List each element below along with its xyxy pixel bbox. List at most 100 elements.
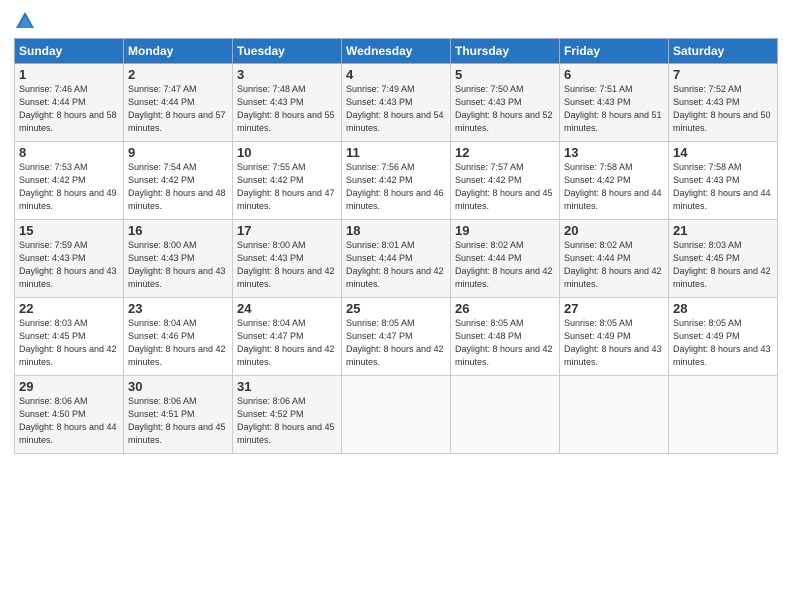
week-row-2: 8 Sunrise: 7:53 AM Sunset: 4:42 PM Daylig… (15, 142, 778, 220)
day-number: 28 (673, 301, 773, 316)
calendar-cell: 6Sunrise: 7:51 AM Sunset: 4:43 PM Daylig… (560, 64, 669, 142)
day-number: 3 (237, 67, 337, 82)
cell-info: Sunrise: 8:05 AM Sunset: 4:49 PM Dayligh… (564, 318, 662, 367)
calendar-cell: 19 Sunrise: 8:02 AM Sunset: 4:44 PM Dayli… (451, 220, 560, 298)
cell-info: Sunrise: 8:00 AM Sunset: 4:43 PM Dayligh… (237, 240, 335, 289)
day-number: 27 (564, 301, 664, 316)
week-row-1: 1 Sunrise: 7:46 AM Sunset: 4:44 PM Daylig… (15, 64, 778, 142)
logo-area (14, 10, 38, 32)
day-number: 2 (128, 67, 228, 82)
cell-info: Sunrise: 7:53 AM Sunset: 4:42 PM Dayligh… (19, 162, 117, 211)
day-number: 13 (564, 145, 664, 160)
cell-info: Sunrise: 8:03 AM Sunset: 4:45 PM Dayligh… (19, 318, 117, 367)
cell-info: Sunrise: 8:02 AM Sunset: 4:44 PM Dayligh… (455, 240, 553, 289)
calendar-cell: 23 Sunrise: 8:04 AM Sunset: 4:46 PM Dayli… (124, 298, 233, 376)
cell-info: Sunrise: 8:03 AM Sunset: 4:45 PM Dayligh… (673, 240, 771, 289)
day-number: 30 (128, 379, 228, 394)
col-header-wednesday: Wednesday (342, 39, 451, 64)
calendar-cell: 5Sunrise: 7:50 AM Sunset: 4:43 PM Daylig… (451, 64, 560, 142)
calendar-cell: 20 Sunrise: 8:02 AM Sunset: 4:44 PM Dayli… (560, 220, 669, 298)
day-number: 10 (237, 145, 337, 160)
day-number: 4 (346, 67, 446, 82)
calendar-cell: 24 Sunrise: 8:04 AM Sunset: 4:47 PM Dayli… (233, 298, 342, 376)
day-number: 9 (128, 145, 228, 160)
calendar-cell: 31Sunrise: 8:06 AM Sunset: 4:52 PM Dayli… (233, 376, 342, 454)
calendar-cell: 25 Sunrise: 8:05 AM Sunset: 4:47 PM Dayli… (342, 298, 451, 376)
day-number: 11 (346, 145, 446, 160)
cell-info: Sunrise: 7:54 AM Sunset: 4:42 PM Dayligh… (128, 162, 226, 211)
cell-info: Sunrise: 7:49 AM Sunset: 4:43 PM Dayligh… (346, 84, 444, 133)
calendar-table: SundayMondayTuesdayWednesdayThursdayFrid… (14, 38, 778, 454)
col-header-thursday: Thursday (451, 39, 560, 64)
cell-info: Sunrise: 8:06 AM Sunset: 4:50 PM Dayligh… (19, 396, 117, 445)
calendar-cell: 30Sunrise: 8:06 AM Sunset: 4:51 PM Dayli… (124, 376, 233, 454)
calendar-cell: 26 Sunrise: 8:05 AM Sunset: 4:48 PM Dayli… (451, 298, 560, 376)
page: SundayMondayTuesdayWednesdayThursdayFrid… (0, 0, 792, 612)
calendar-cell: 13 Sunrise: 7:58 AM Sunset: 4:42 PM Dayli… (560, 142, 669, 220)
cell-info: Sunrise: 8:00 AM Sunset: 4:43 PM Dayligh… (128, 240, 226, 289)
calendar-cell: 28 Sunrise: 8:05 AM Sunset: 4:49 PM Dayli… (669, 298, 778, 376)
day-number: 17 (237, 223, 337, 238)
cell-info: Sunrise: 8:05 AM Sunset: 4:47 PM Dayligh… (346, 318, 444, 367)
calendar-cell: 21 Sunrise: 8:03 AM Sunset: 4:45 PM Dayli… (669, 220, 778, 298)
calendar-cell: 4 Sunrise: 7:49 AM Sunset: 4:43 PM Daylig… (342, 64, 451, 142)
calendar-cell: 11Sunrise: 7:56 AM Sunset: 4:42 PM Dayli… (342, 142, 451, 220)
day-number: 26 (455, 301, 555, 316)
calendar-cell: 27 Sunrise: 8:05 AM Sunset: 4:49 PM Dayli… (560, 298, 669, 376)
calendar-cell: 10 Sunrise: 7:55 AM Sunset: 4:42 PM Dayli… (233, 142, 342, 220)
day-number: 1 (19, 67, 119, 82)
col-header-sunday: Sunday (15, 39, 124, 64)
day-number: 19 (455, 223, 555, 238)
cell-info: Sunrise: 7:46 AM Sunset: 4:44 PM Dayligh… (19, 84, 117, 133)
cell-info: Sunrise: 7:55 AM Sunset: 4:42 PM Dayligh… (237, 162, 335, 211)
day-number: 25 (346, 301, 446, 316)
calendar-cell: 18 Sunrise: 8:01 AM Sunset: 4:44 PM Dayli… (342, 220, 451, 298)
calendar-cell: 1 Sunrise: 7:46 AM Sunset: 4:44 PM Daylig… (15, 64, 124, 142)
day-number: 6 (564, 67, 664, 82)
col-header-tuesday: Tuesday (233, 39, 342, 64)
calendar-cell: 12Sunrise: 7:57 AM Sunset: 4:42 PM Dayli… (451, 142, 560, 220)
day-number: 16 (128, 223, 228, 238)
cell-info: Sunrise: 8:01 AM Sunset: 4:44 PM Dayligh… (346, 240, 444, 289)
day-number: 8 (19, 145, 119, 160)
day-number: 18 (346, 223, 446, 238)
header (14, 10, 778, 32)
day-number: 15 (19, 223, 119, 238)
calendar-cell: 3Sunrise: 7:48 AM Sunset: 4:43 PM Daylig… (233, 64, 342, 142)
cell-info: Sunrise: 8:04 AM Sunset: 4:46 PM Dayligh… (128, 318, 226, 367)
day-number: 22 (19, 301, 119, 316)
calendar-cell: 8 Sunrise: 7:53 AM Sunset: 4:42 PM Daylig… (15, 142, 124, 220)
day-number: 21 (673, 223, 773, 238)
cell-info: Sunrise: 8:05 AM Sunset: 4:48 PM Dayligh… (455, 318, 553, 367)
day-number: 24 (237, 301, 337, 316)
day-number: 14 (673, 145, 773, 160)
calendar-cell: 15 Sunrise: 7:59 AM Sunset: 4:43 PM Dayli… (15, 220, 124, 298)
calendar-cell (560, 376, 669, 454)
day-number: 12 (455, 145, 555, 160)
col-header-friday: Friday (560, 39, 669, 64)
calendar-cell: 9 Sunrise: 7:54 AM Sunset: 4:42 PM Daylig… (124, 142, 233, 220)
cell-info: Sunrise: 8:05 AM Sunset: 4:49 PM Dayligh… (673, 318, 771, 367)
week-row-3: 15 Sunrise: 7:59 AM Sunset: 4:43 PM Dayli… (15, 220, 778, 298)
cell-info: Sunrise: 8:06 AM Sunset: 4:52 PM Dayligh… (237, 396, 335, 445)
calendar-cell: 2Sunrise: 7:47 AM Sunset: 4:44 PM Daylig… (124, 64, 233, 142)
week-row-5: 29 Sunrise: 8:06 AM Sunset: 4:50 PM Dayli… (15, 376, 778, 454)
cell-info: Sunrise: 7:58 AM Sunset: 4:43 PM Dayligh… (673, 162, 771, 211)
cell-info: Sunrise: 8:04 AM Sunset: 4:47 PM Dayligh… (237, 318, 335, 367)
col-header-saturday: Saturday (669, 39, 778, 64)
day-number: 20 (564, 223, 664, 238)
cell-info: Sunrise: 7:58 AM Sunset: 4:42 PM Dayligh… (564, 162, 662, 211)
cell-info: Sunrise: 8:02 AM Sunset: 4:44 PM Dayligh… (564, 240, 662, 289)
col-header-monday: Monday (124, 39, 233, 64)
calendar-cell: 17 Sunrise: 8:00 AM Sunset: 4:43 PM Dayli… (233, 220, 342, 298)
calendar-cell (342, 376, 451, 454)
day-number: 23 (128, 301, 228, 316)
week-row-4: 22 Sunrise: 8:03 AM Sunset: 4:45 PM Dayli… (15, 298, 778, 376)
day-number: 5 (455, 67, 555, 82)
day-number: 29 (19, 379, 119, 394)
cell-info: Sunrise: 7:59 AM Sunset: 4:43 PM Dayligh… (19, 240, 117, 289)
day-number: 7 (673, 67, 773, 82)
calendar-cell: 7Sunrise: 7:52 AM Sunset: 4:43 PM Daylig… (669, 64, 778, 142)
calendar-cell (669, 376, 778, 454)
calendar-cell: 22 Sunrise: 8:03 AM Sunset: 4:45 PM Dayli… (15, 298, 124, 376)
